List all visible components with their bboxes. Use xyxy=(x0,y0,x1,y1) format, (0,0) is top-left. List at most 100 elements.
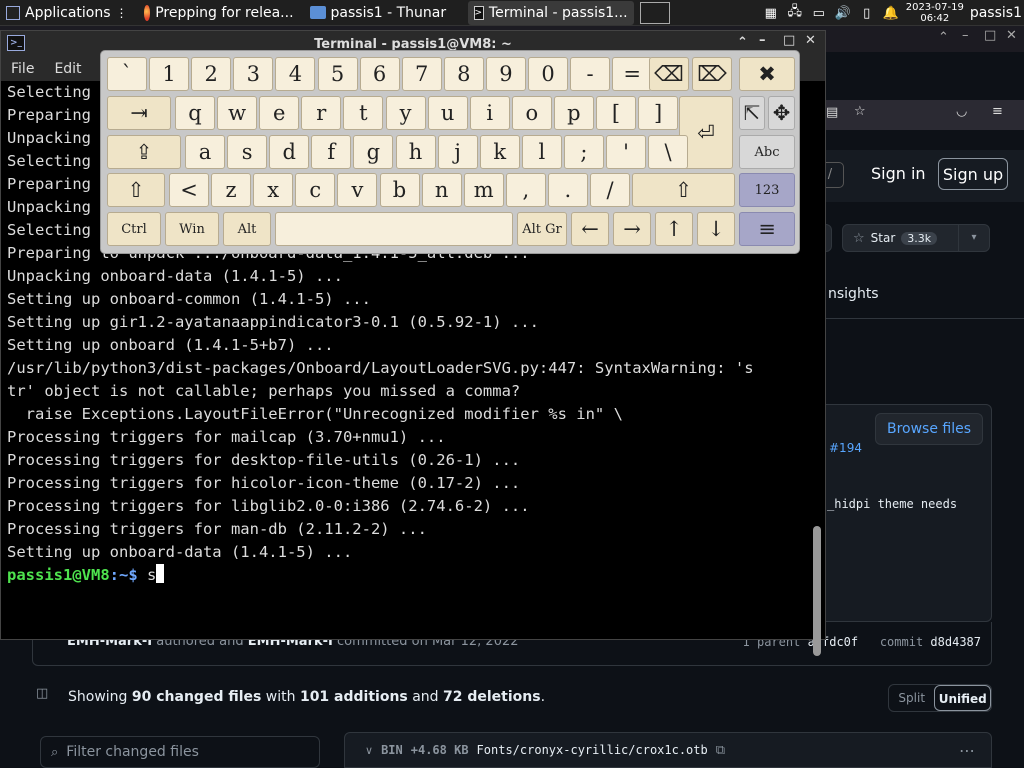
ctrl-key[interactable]: Ctrl xyxy=(107,212,161,246)
key-7-row2[interactable]: i xyxy=(469,96,510,130)
key-0-row3[interactable]: a xyxy=(185,135,225,169)
arrow-right-key[interactable]: → xyxy=(613,212,651,246)
key-1-row2[interactable]: w xyxy=(217,96,258,130)
key-3-row2[interactable]: r xyxy=(301,96,342,130)
task-thunar[interactable]: passis1 - Thunar xyxy=(304,1,464,25)
alt-key[interactable]: Alt xyxy=(223,212,271,246)
reader-view-icon[interactable]: ▤ xyxy=(826,105,838,120)
key-4-row2[interactable]: t xyxy=(343,96,384,130)
issue-link[interactable]: #194 xyxy=(829,441,862,455)
apps-grid-icon[interactable]: ▦ xyxy=(762,4,780,22)
star-button[interactable]: ☆ Star 3.3k xyxy=(842,224,966,252)
unified-button[interactable]: Unified xyxy=(934,685,991,711)
key-9-row4[interactable]: . xyxy=(547,173,588,207)
key-1-row4[interactable]: z xyxy=(211,173,252,207)
move-key[interactable]: ✥ xyxy=(768,96,795,130)
menu-edit[interactable]: Edit xyxy=(44,61,91,77)
key-1-row3[interactable]: s xyxy=(227,135,268,169)
key-8-row4[interactable]: , xyxy=(505,173,546,207)
key-3-row3[interactable]: f xyxy=(311,135,352,169)
maximize-icon[interactable]: □ xyxy=(783,33,795,48)
left-shift-key[interactable]: ⇧ xyxy=(107,173,165,207)
key-5-row3[interactable]: h xyxy=(395,135,436,169)
key-5-row4[interactable]: b xyxy=(379,173,420,207)
delete-key[interactable]: ⌦ xyxy=(692,57,732,91)
key-2-row1[interactable]: 2 xyxy=(191,57,232,91)
key-7-row3[interactable]: k xyxy=(479,135,520,169)
user-menu[interactable]: passis1 xyxy=(970,5,1022,21)
chevron-up-icon[interactable]: ⌃ xyxy=(737,35,748,50)
key-3-row4[interactable]: c xyxy=(295,173,336,207)
key-8-row2[interactable]: o xyxy=(511,96,552,130)
network-icon[interactable]: 🖧 xyxy=(786,4,804,22)
key-5-row1[interactable]: 5 xyxy=(317,57,358,91)
key-10-row3[interactable]: ' xyxy=(606,135,646,169)
close-icon[interactable]: ✕ xyxy=(805,33,816,48)
copy-icon[interactable]: ⧉ xyxy=(716,743,725,758)
kebab-menu-icon[interactable]: ⋯ xyxy=(959,741,975,760)
alt-gr-key[interactable]: Alt Gr xyxy=(517,212,567,246)
key-10-row1[interactable]: 0 xyxy=(528,57,568,91)
close-icon[interactable]: ✕ xyxy=(1006,28,1017,43)
clock[interactable]: 2023-07-19 06:42 xyxy=(906,2,964,24)
key-4-row3[interactable]: g xyxy=(353,135,394,169)
right-shift-key[interactable]: ⇧ xyxy=(632,173,735,207)
task-firefox[interactable]: Prepping for relea... xyxy=(138,1,300,25)
key-6-row1[interactable]: 6 xyxy=(359,57,400,91)
key-7-row4[interactable]: m xyxy=(463,173,504,207)
arrow-up-key[interactable]: ↑ xyxy=(655,212,693,246)
space-key[interactable] xyxy=(275,212,513,246)
key-11-row3[interactable]: \ xyxy=(648,135,689,169)
key-8-row1[interactable]: 8 xyxy=(443,57,484,91)
star-dropdown-button[interactable]: ▾ xyxy=(958,224,990,252)
sign-in-link[interactable]: Sign in xyxy=(871,164,926,183)
key-2-row4[interactable]: x xyxy=(253,173,294,207)
keyboard-menu-key[interactable]: ≡ xyxy=(739,212,795,246)
pointer-key[interactable]: ⇱ xyxy=(739,96,765,130)
key-2-row3[interactable]: d xyxy=(269,135,310,169)
split-button[interactable]: Split xyxy=(889,685,934,711)
file-path[interactable]: Fonts/cronyx-cyrillic/crox1c.otb xyxy=(477,743,708,757)
volume-icon[interactable]: 🔊 xyxy=(834,4,852,22)
key-9-row3[interactable]: ; xyxy=(563,135,604,169)
key-5-row2[interactable]: y xyxy=(385,96,426,130)
workspace-switcher[interactable] xyxy=(639,1,670,24)
filter-files-box[interactable]: ⌕ Filter changed files xyxy=(40,736,320,768)
scrollbar-thumb[interactable] xyxy=(813,526,821,656)
number-layer-key[interactable]: 123 xyxy=(739,173,795,207)
browse-files-button[interactable]: Browse files xyxy=(875,413,983,445)
key-6-row3[interactable]: j xyxy=(437,135,478,169)
chevron-up-icon[interactable]: ⌃ xyxy=(938,30,949,45)
key-12-row1[interactable]: = xyxy=(612,57,653,91)
key-8-row3[interactable]: l xyxy=(521,135,562,169)
sign-up-button[interactable]: Sign up xyxy=(938,158,1008,190)
caps-lock-key[interactable]: ⇪ xyxy=(107,135,181,169)
key-7-row1[interactable]: 7 xyxy=(401,57,442,91)
terminal-scrollbar[interactable] xyxy=(809,81,825,656)
backspace-key[interactable]: ⌫ xyxy=(649,57,689,91)
key-3-row1[interactable]: 3 xyxy=(233,57,274,91)
battery-icon[interactable]: ▯ xyxy=(858,4,876,22)
tab-key[interactable]: ⇥ xyxy=(107,96,171,130)
key-9-row1[interactable]: 9 xyxy=(485,57,526,91)
key-2-row2[interactable]: e xyxy=(259,96,300,130)
key-0-row4[interactable]: < xyxy=(169,173,209,207)
hamburger-menu-icon[interactable]: ≡ xyxy=(992,104,1003,119)
key-11-row1[interactable]: - xyxy=(570,57,611,91)
key-11-row2[interactable]: ] xyxy=(638,96,679,130)
minimize-icon[interactable]: – xyxy=(962,28,969,43)
bell-icon[interactable]: 🔔 xyxy=(882,4,900,22)
insights-tab[interactable]: nsights xyxy=(828,286,879,302)
chevron-down-icon[interactable]: ∨ xyxy=(365,744,373,757)
key-6-row2[interactable]: u xyxy=(427,96,468,130)
terminal-prompt[interactable]: passis1@VM8:~$ s xyxy=(1,564,809,587)
key-6-row4[interactable]: n xyxy=(421,173,462,207)
maximize-icon[interactable]: □ xyxy=(984,28,996,43)
key-0-row1[interactable]: ` xyxy=(107,57,147,91)
bookmark-star-icon[interactable]: ☆ xyxy=(854,104,866,119)
key-4-row1[interactable]: 4 xyxy=(275,57,316,91)
key-4-row4[interactable]: v xyxy=(337,173,378,207)
menu-file[interactable]: File xyxy=(1,61,44,77)
key-10-row4[interactable]: / xyxy=(590,173,630,207)
file-tree-toggle-icon[interactable]: ◫ xyxy=(36,686,48,701)
